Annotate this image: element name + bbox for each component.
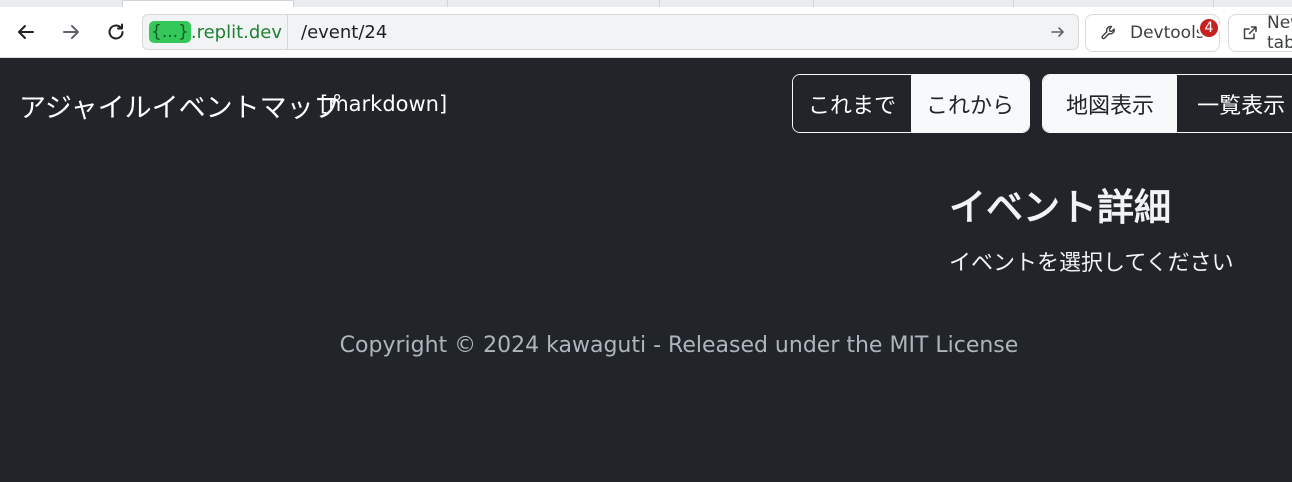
tab[interactable]	[448, 0, 660, 7]
address-bar[interactable]: {...} .replit.dev /event/24	[142, 14, 1079, 50]
forward-arrow-icon	[63, 25, 79, 39]
browser-toolbar: {...} .replit.dev /event/24 Devtools 4 Ne…	[0, 7, 1292, 58]
tab-active[interactable]	[122, 0, 294, 7]
past-events-button[interactable]: これまで	[793, 75, 911, 132]
url-host-domain: .replit.dev	[190, 21, 283, 43]
footer-copyright: Copyright © 2024 kawaguti - Released und…	[339, 333, 1019, 358]
url-host-badge: {...}	[149, 21, 191, 43]
upcoming-events-button[interactable]: これから	[911, 75, 1029, 132]
url-path[interactable]: /event/24	[301, 15, 387, 49]
wrench-icon	[1101, 25, 1115, 40]
go-arrow-icon[interactable]	[1050, 24, 1066, 40]
reload-button[interactable]	[101, 17, 131, 47]
brand-title[interactable]: アジャイルイベントマップ	[19, 86, 341, 125]
open-new-tab-button[interactable]: New tab	[1228, 14, 1292, 52]
map-view-button[interactable]: 地図表示	[1043, 75, 1178, 132]
back-button[interactable]	[11, 17, 41, 47]
url-host: {...} .replit.dev	[143, 15, 288, 49]
tab[interactable]	[294, 0, 448, 7]
tab[interactable]	[1014, 0, 1214, 7]
tab[interactable]	[660, 0, 814, 7]
forward-button[interactable]	[56, 17, 86, 47]
event-detail-heading: イベント詳細	[949, 186, 1171, 229]
notification-badge: 4	[1198, 17, 1220, 39]
list-view-button[interactable]: 一覧表示	[1177, 75, 1292, 132]
back-arrow-icon	[18, 25, 34, 39]
view-toggle: 地図表示 一覧表示	[1042, 74, 1292, 133]
period-toggle: これまで これから	[792, 74, 1030, 133]
tab-strip	[0, 0, 1292, 7]
event-detail-message: イベントを選択してください	[949, 251, 1234, 276]
devtools-label: Devtools	[1130, 23, 1205, 43]
external-link-icon	[1243, 26, 1257, 40]
app-page: アジャイルイベントマップ [markdown] これまで これから 地図表示 一…	[0, 59, 1292, 482]
open-new-tab-label: New tab	[1267, 14, 1292, 52]
brand-subtitle: [markdown]	[320, 92, 448, 116]
reload-icon	[108, 23, 124, 40]
tab[interactable]	[814, 0, 1014, 7]
